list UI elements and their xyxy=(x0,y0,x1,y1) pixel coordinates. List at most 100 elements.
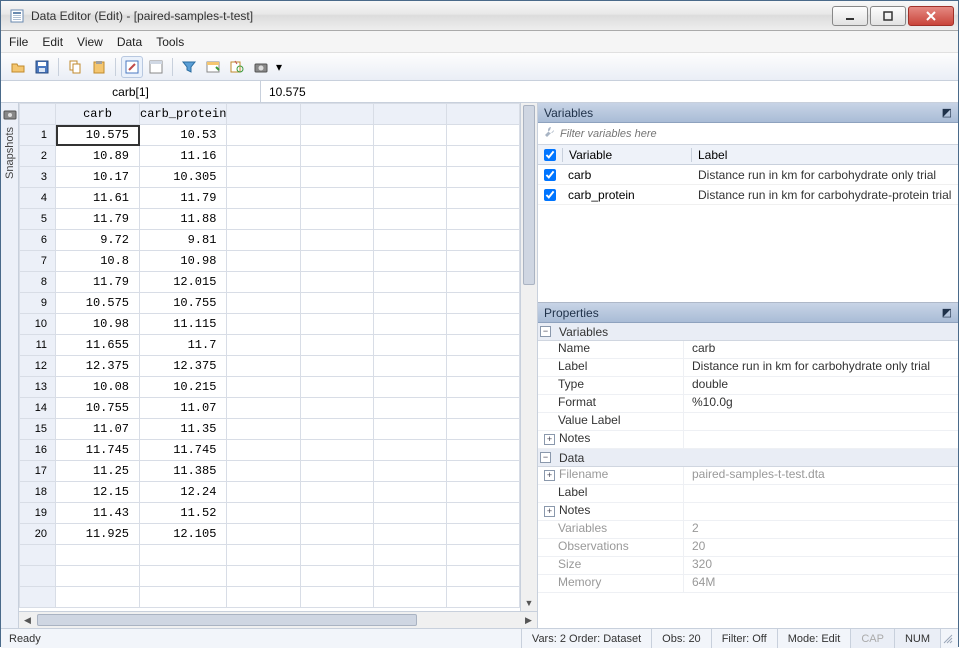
empty-cell[interactable] xyxy=(300,482,373,503)
prop-data-notes-key[interactable]: +Notes xyxy=(538,503,684,520)
empty-cell[interactable] xyxy=(446,545,519,566)
empty-cell[interactable] xyxy=(227,377,300,398)
toolbar-overflow-icon[interactable]: ▾ xyxy=(274,56,284,78)
copy-icon[interactable] xyxy=(64,56,86,78)
empty-cell[interactable] xyxy=(373,566,446,587)
empty-cell[interactable] xyxy=(373,167,446,188)
empty-cell[interactable] xyxy=(446,188,519,209)
row-header[interactable]: 10 xyxy=(20,314,56,335)
empty-cell[interactable] xyxy=(373,482,446,503)
row-header[interactable]: 12 xyxy=(20,356,56,377)
data-cell[interactable]: 10.53 xyxy=(140,125,227,146)
save-icon[interactable] xyxy=(31,56,53,78)
empty-cell[interactable] xyxy=(373,146,446,167)
vertical-scrollbar[interactable]: ▲ ▼ xyxy=(520,103,537,611)
data-cell[interactable]: 11.7 xyxy=(140,335,227,356)
empty-cell[interactable] xyxy=(373,314,446,335)
empty-cell[interactable] xyxy=(227,167,300,188)
empty-cell[interactable] xyxy=(446,272,519,293)
scroll-right-icon[interactable]: ▶ xyxy=(520,612,537,628)
browse-icon[interactable] xyxy=(145,56,167,78)
data-cell[interactable]: 11.655 xyxy=(56,335,140,356)
data-cell[interactable]: 10.215 xyxy=(140,377,227,398)
variable-row[interactable]: carb_proteinDistance run in km for carbo… xyxy=(538,185,958,205)
empty-cell[interactable] xyxy=(373,209,446,230)
properties-group-variables[interactable]: −Variables xyxy=(538,323,958,341)
data-cell[interactable] xyxy=(56,566,140,587)
row-header[interactable]: 1 xyxy=(20,125,56,146)
data-cell[interactable]: 11.925 xyxy=(56,524,140,545)
data-cell[interactable]: 12.375 xyxy=(140,356,227,377)
data-cell[interactable]: 10.575 xyxy=(56,293,140,314)
prop-label-value[interactable]: Distance run in km for carbohydrate only… xyxy=(684,359,958,376)
empty-cell[interactable] xyxy=(373,335,446,356)
data-cell[interactable]: 11.43 xyxy=(56,503,140,524)
properties-pane-header[interactable]: Properties ◩ xyxy=(538,303,958,323)
empty-cell[interactable] xyxy=(373,545,446,566)
data-cell[interactable]: 11.52 xyxy=(140,503,227,524)
variables-col-variable[interactable]: Variable xyxy=(562,148,692,162)
row-header[interactable]: 4 xyxy=(20,188,56,209)
empty-cell[interactable] xyxy=(300,230,373,251)
empty-cell[interactable] xyxy=(300,146,373,167)
data-cell[interactable]: 9.72 xyxy=(56,230,140,251)
empty-cell[interactable] xyxy=(446,314,519,335)
empty-cell[interactable] xyxy=(227,461,300,482)
prop-notes-key[interactable]: +Notes xyxy=(538,431,684,448)
data-cell[interactable]: 10.98 xyxy=(56,314,140,335)
data-cell[interactable]: 10.98 xyxy=(140,251,227,272)
row-header[interactable]: 20 xyxy=(20,524,56,545)
empty-cell[interactable] xyxy=(446,398,519,419)
cell-reference-name[interactable]: carb[1] xyxy=(1,81,261,102)
prop-name-value[interactable]: carb xyxy=(684,341,958,358)
data-cell[interactable]: 11.16 xyxy=(140,146,227,167)
pin-icon[interactable]: ◩ xyxy=(942,106,952,119)
status-obs[interactable]: Obs: 20 xyxy=(651,629,711,648)
row-header[interactable]: 17 xyxy=(20,461,56,482)
empty-cell[interactable] xyxy=(227,419,300,440)
row-header[interactable]: 14 xyxy=(20,398,56,419)
empty-cell[interactable] xyxy=(227,566,300,587)
data-cell[interactable] xyxy=(140,545,227,566)
row-header[interactable]: 6 xyxy=(20,230,56,251)
empty-cell[interactable] xyxy=(446,503,519,524)
data-cell[interactable]: 10.89 xyxy=(56,146,140,167)
row-header[interactable] xyxy=(20,545,56,566)
expand-icon[interactable]: + xyxy=(544,434,555,445)
data-cell[interactable]: 11.88 xyxy=(140,209,227,230)
menu-view[interactable]: View xyxy=(77,35,103,49)
empty-cell[interactable] xyxy=(227,314,300,335)
column-header[interactable]: carb xyxy=(56,104,140,125)
grid-corner[interactable] xyxy=(20,104,56,125)
empty-cell[interactable] xyxy=(373,377,446,398)
close-button[interactable] xyxy=(908,6,954,26)
data-cell[interactable]: 10.08 xyxy=(56,377,140,398)
data-cell[interactable]: 10.755 xyxy=(140,293,227,314)
empty-cell[interactable] xyxy=(446,377,519,398)
empty-cell[interactable] xyxy=(300,293,373,314)
cell-reference-value[interactable]: 10.575 xyxy=(261,85,958,99)
empty-cell[interactable] xyxy=(227,272,300,293)
data-cell[interactable] xyxy=(56,545,140,566)
variable-row[interactable]: carbDistance run in km for carbohydrate … xyxy=(538,165,958,185)
empty-cell[interactable] xyxy=(300,566,373,587)
empty-cell[interactable] xyxy=(300,125,373,146)
data-cell[interactable]: 10.575 xyxy=(56,125,140,146)
row-header[interactable] xyxy=(20,587,56,608)
paste-icon[interactable] xyxy=(88,56,110,78)
empty-cell[interactable] xyxy=(227,398,300,419)
wrench-icon[interactable] xyxy=(542,125,556,142)
empty-cell[interactable] xyxy=(227,545,300,566)
row-header[interactable]: 3 xyxy=(20,167,56,188)
empty-cell[interactable] xyxy=(300,335,373,356)
prop-value-label-value[interactable] xyxy=(684,413,958,430)
data-cell[interactable]: 12.24 xyxy=(140,482,227,503)
data-cell[interactable] xyxy=(140,566,227,587)
empty-cell[interactable] xyxy=(300,545,373,566)
empty-cell[interactable] xyxy=(300,209,373,230)
data-cell[interactable] xyxy=(56,587,140,608)
empty-cell[interactable] xyxy=(227,524,300,545)
empty-cell[interactable] xyxy=(446,356,519,377)
row-header[interactable]: 13 xyxy=(20,377,56,398)
empty-cell[interactable] xyxy=(300,461,373,482)
